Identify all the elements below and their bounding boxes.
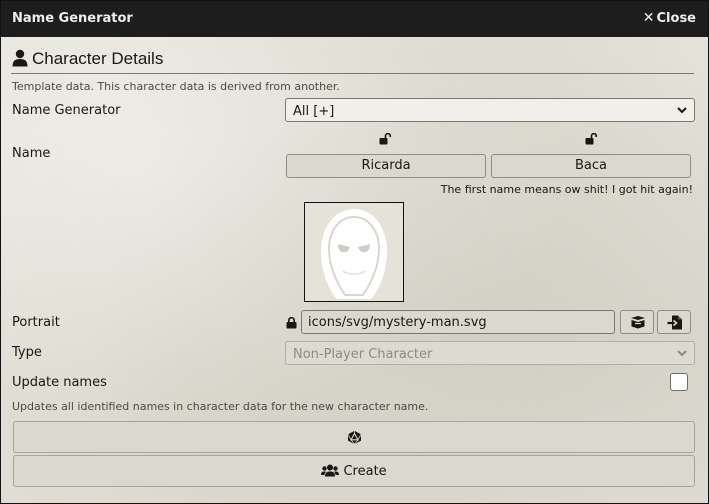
window-titlebar[interactable]: Name Generator ✕ Close [1,1,708,37]
name-label: Name [12,146,51,161]
name-generator-value: All [+] [293,104,335,119]
unlock-icon[interactable] [585,133,598,145]
browse-portrait-button[interactable] [620,310,654,334]
import-portrait-button[interactable] [657,310,691,334]
section-header: Character Details [11,47,694,74]
name-generator-label: Name Generator [12,103,121,118]
name-meaning: The first name means ow shit! I got hit … [440,183,693,196]
create-label: Create [343,464,387,479]
mystery-man-icon [321,209,387,299]
chevron-down-icon [677,350,687,357]
unlock-icon[interactable] [379,133,392,145]
type-value: Non-Player Character [293,347,433,362]
section-title: Character Details [32,49,164,68]
users-icon [321,464,340,477]
portrait-label: Portrait [12,315,60,330]
file-import-icon [667,315,682,330]
name-generator-dialog: Name Generator ✕ Close Character Details … [0,0,709,504]
update-names-checkbox[interactable] [670,373,688,391]
d20-icon [347,430,361,445]
user-icon [12,49,28,67]
create-button[interactable]: Create [13,455,695,487]
window-title: Name Generator [12,11,133,26]
update-names-note: Updates all identified names in characte… [12,400,429,413]
chevron-down-icon [677,107,687,114]
first-name-button[interactable]: Ricarda [286,154,486,178]
last-name-button[interactable]: Baca [491,154,691,178]
portrait-image[interactable] [304,202,404,302]
close-label: Close [656,11,696,26]
close-icon: ✕ [642,10,655,26]
type-label: Type [12,345,42,360]
close-button[interactable]: ✕ Close [643,10,696,26]
box-open-icon [631,316,645,329]
type-select[interactable]: Non-Player Character [285,341,695,365]
update-names-label: Update names [12,375,107,390]
portrait-path-value: icons/svg/mystery-man.svg [308,315,487,330]
lock-icon [286,317,297,329]
randomize-button[interactable] [13,421,695,453]
template-note: Template data. This character data is de… [12,80,340,93]
name-generator-select[interactable]: All [+] [285,98,695,122]
portrait-path-field[interactable]: icons/svg/mystery-man.svg [301,310,615,334]
